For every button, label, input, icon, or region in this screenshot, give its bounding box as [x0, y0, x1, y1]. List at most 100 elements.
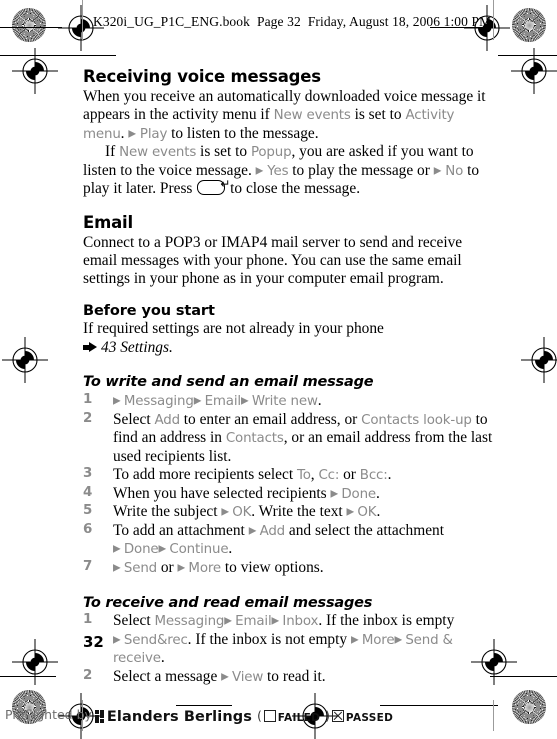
- select-arrow-icon: ▶: [193, 395, 205, 407]
- text-run: Select: [113, 612, 155, 630]
- section-heading-receiving-voice-messages: Receiving voice messages: [83, 67, 321, 86]
- text-run: to enter an email address, or: [179, 410, 362, 428]
- ui-term: Email: [235, 614, 272, 630]
- ui-term: Add: [154, 412, 180, 428]
- ui-term: Messaging: [123, 393, 194, 409]
- registration-mark-upper-right-corner: [511, 48, 557, 94]
- select-arrow-icon: ▶: [433, 165, 442, 177]
- ui-term: Contacts look-up: [361, 412, 472, 428]
- cross-reference-label: 43 Settings.: [101, 338, 173, 356]
- text-run: .: [317, 391, 322, 409]
- procedure-steps-write-and-send: 1 ▶ Messaging▶ Email▶ Write new. 2 Select A…: [83, 392, 493, 578]
- registration-mark-mid-right: [521, 337, 557, 383]
- running-header-filename: K320i_UG_P1C_ENG.book: [93, 14, 250, 29]
- select-arrow-icon: ▶: [248, 525, 260, 537]
- text-run: If: [105, 143, 120, 161]
- text-run: . If the inbox is empty: [318, 612, 455, 630]
- subheading-before-you-start: Before you start: [83, 302, 215, 319]
- select-arrow-icon: ▶: [224, 615, 236, 627]
- preflight-stamp: Preflighted by Elanders Berlings (FAILED …: [5, 706, 393, 725]
- ui-term: Email: [204, 393, 242, 409]
- ui-term-yes: Yes: [267, 163, 289, 179]
- text-run: .: [376, 503, 381, 521]
- select-arrow-icon: ▶: [113, 395, 124, 407]
- preflight-failed-label: FAILED: [277, 712, 321, 724]
- back-key-glyph: ↵: [220, 176, 231, 191]
- registration-mark-lower-left-corner: [12, 639, 58, 685]
- back-key-icon: ↵: [197, 176, 231, 196]
- text-run: When you have selected recipients: [113, 484, 331, 502]
- preflight-paren-close: ): [325, 709, 330, 723]
- step-number: 5: [83, 503, 93, 519]
- procedure-step: 1 Select Messaging▶ Email▶ Inbox. If the …: [83, 612, 493, 668]
- preflight-company: Elanders Berlings: [106, 709, 252, 725]
- ui-term: OK: [357, 505, 377, 521]
- step-number: 4: [83, 484, 93, 500]
- procedure-step: 7 ▶ Send or ▶ More to view options.: [83, 559, 493, 578]
- step-number: 3: [83, 466, 93, 482]
- select-arrow-icon: ▶: [346, 506, 358, 518]
- select-arrow-icon: ▶: [240, 395, 252, 407]
- select-arrow-icon: ▶: [221, 671, 232, 683]
- step-number: 2: [83, 410, 93, 426]
- step-number: 7: [83, 559, 93, 575]
- ui-term: Write new: [251, 393, 318, 409]
- fold-rule-right: [493, 0, 494, 40]
- ui-term: Cc:: [318, 468, 340, 484]
- ui-term-new-events: New events: [273, 108, 351, 124]
- cross-reference-settings: 43 Settings.: [83, 339, 493, 357]
- ui-term: Send: [123, 561, 158, 577]
- ui-term: Add: [259, 523, 286, 539]
- failed-checkbox-icon: [263, 710, 276, 722]
- select-arrow-icon: ▶: [128, 128, 137, 140]
- trim-rule-bottom-right: [380, 705, 498, 706]
- trim-rule-upper-right: [498, 55, 557, 56]
- ui-term: Done: [341, 486, 377, 502]
- paragraph-before-you-start: If required settings are not already in …: [83, 320, 384, 338]
- passed-checkbox-icon: [331, 710, 344, 722]
- ui-term: OK: [232, 505, 252, 521]
- page-number: 32: [83, 633, 104, 651]
- text-run: to view options.: [221, 559, 324, 577]
- ui-term-play: Play: [139, 126, 168, 142]
- registration-mark-upper-left-corner: [12, 48, 58, 94]
- paragraph-voice-popup: If New events is set to Popup, you are a…: [83, 143, 493, 198]
- text-run: Select: [113, 410, 155, 428]
- ui-term: Done: [123, 542, 159, 558]
- ui-term-new-events-2: New events: [119, 145, 197, 161]
- fold-rule-footer-right: [493, 700, 494, 731]
- cross-reference-arrow-icon: [83, 341, 97, 353]
- select-arrow-icon: ▶: [394, 634, 406, 646]
- select-arrow-icon: ▶: [113, 562, 124, 574]
- running-header: K320i_UG_P1C_ENG.book Page 32 Friday, Augu…: [93, 14, 491, 30]
- select-arrow-icon: ▶: [158, 543, 170, 555]
- registration-mark-mid-left: [2, 337, 48, 383]
- ui-term: Continue: [169, 542, 229, 558]
- ui-term: Inbox: [282, 614, 319, 630]
- text-run: is set to: [196, 143, 251, 161]
- select-arrow-icon: ▶: [350, 634, 362, 646]
- page-content: Receiving voice messages When you receiv…: [83, 67, 493, 686]
- ui-term: More: [188, 561, 222, 577]
- ui-term: Bcc:: [359, 468, 388, 484]
- procedure-step: 5 Write the subject ▶ OK. Write the text …: [83, 503, 493, 522]
- step-number: 1: [83, 391, 93, 407]
- elanders-logo-icon: [94, 710, 105, 723]
- procedure-steps-receive-and-read: 1 Select Messaging▶ Email▶ Inbox. If the …: [83, 612, 493, 686]
- text-run: or: [157, 559, 178, 577]
- select-arrow-icon: ▶: [255, 165, 264, 177]
- text-run: or: [339, 466, 360, 484]
- select-arrow-icon: ▶: [221, 506, 233, 518]
- running-header-page-label: Page 32: [256, 14, 301, 29]
- ui-term-no: No: [445, 163, 464, 179]
- ui-term: To: [296, 468, 311, 484]
- text-run: . If the inbox is not empty: [187, 630, 351, 648]
- text-run: is set to: [350, 106, 406, 124]
- text-run: .: [376, 484, 380, 502]
- trim-rule-upper-left: [0, 55, 116, 56]
- procedure-step: 1 ▶ Messaging▶ Email▶ Write new.: [83, 392, 493, 411]
- ui-term: View: [232, 669, 264, 685]
- text-run: . Write the text: [251, 503, 347, 521]
- ui-term-popup: Popup: [250, 145, 292, 161]
- ui-term: Messaging: [154, 614, 225, 630]
